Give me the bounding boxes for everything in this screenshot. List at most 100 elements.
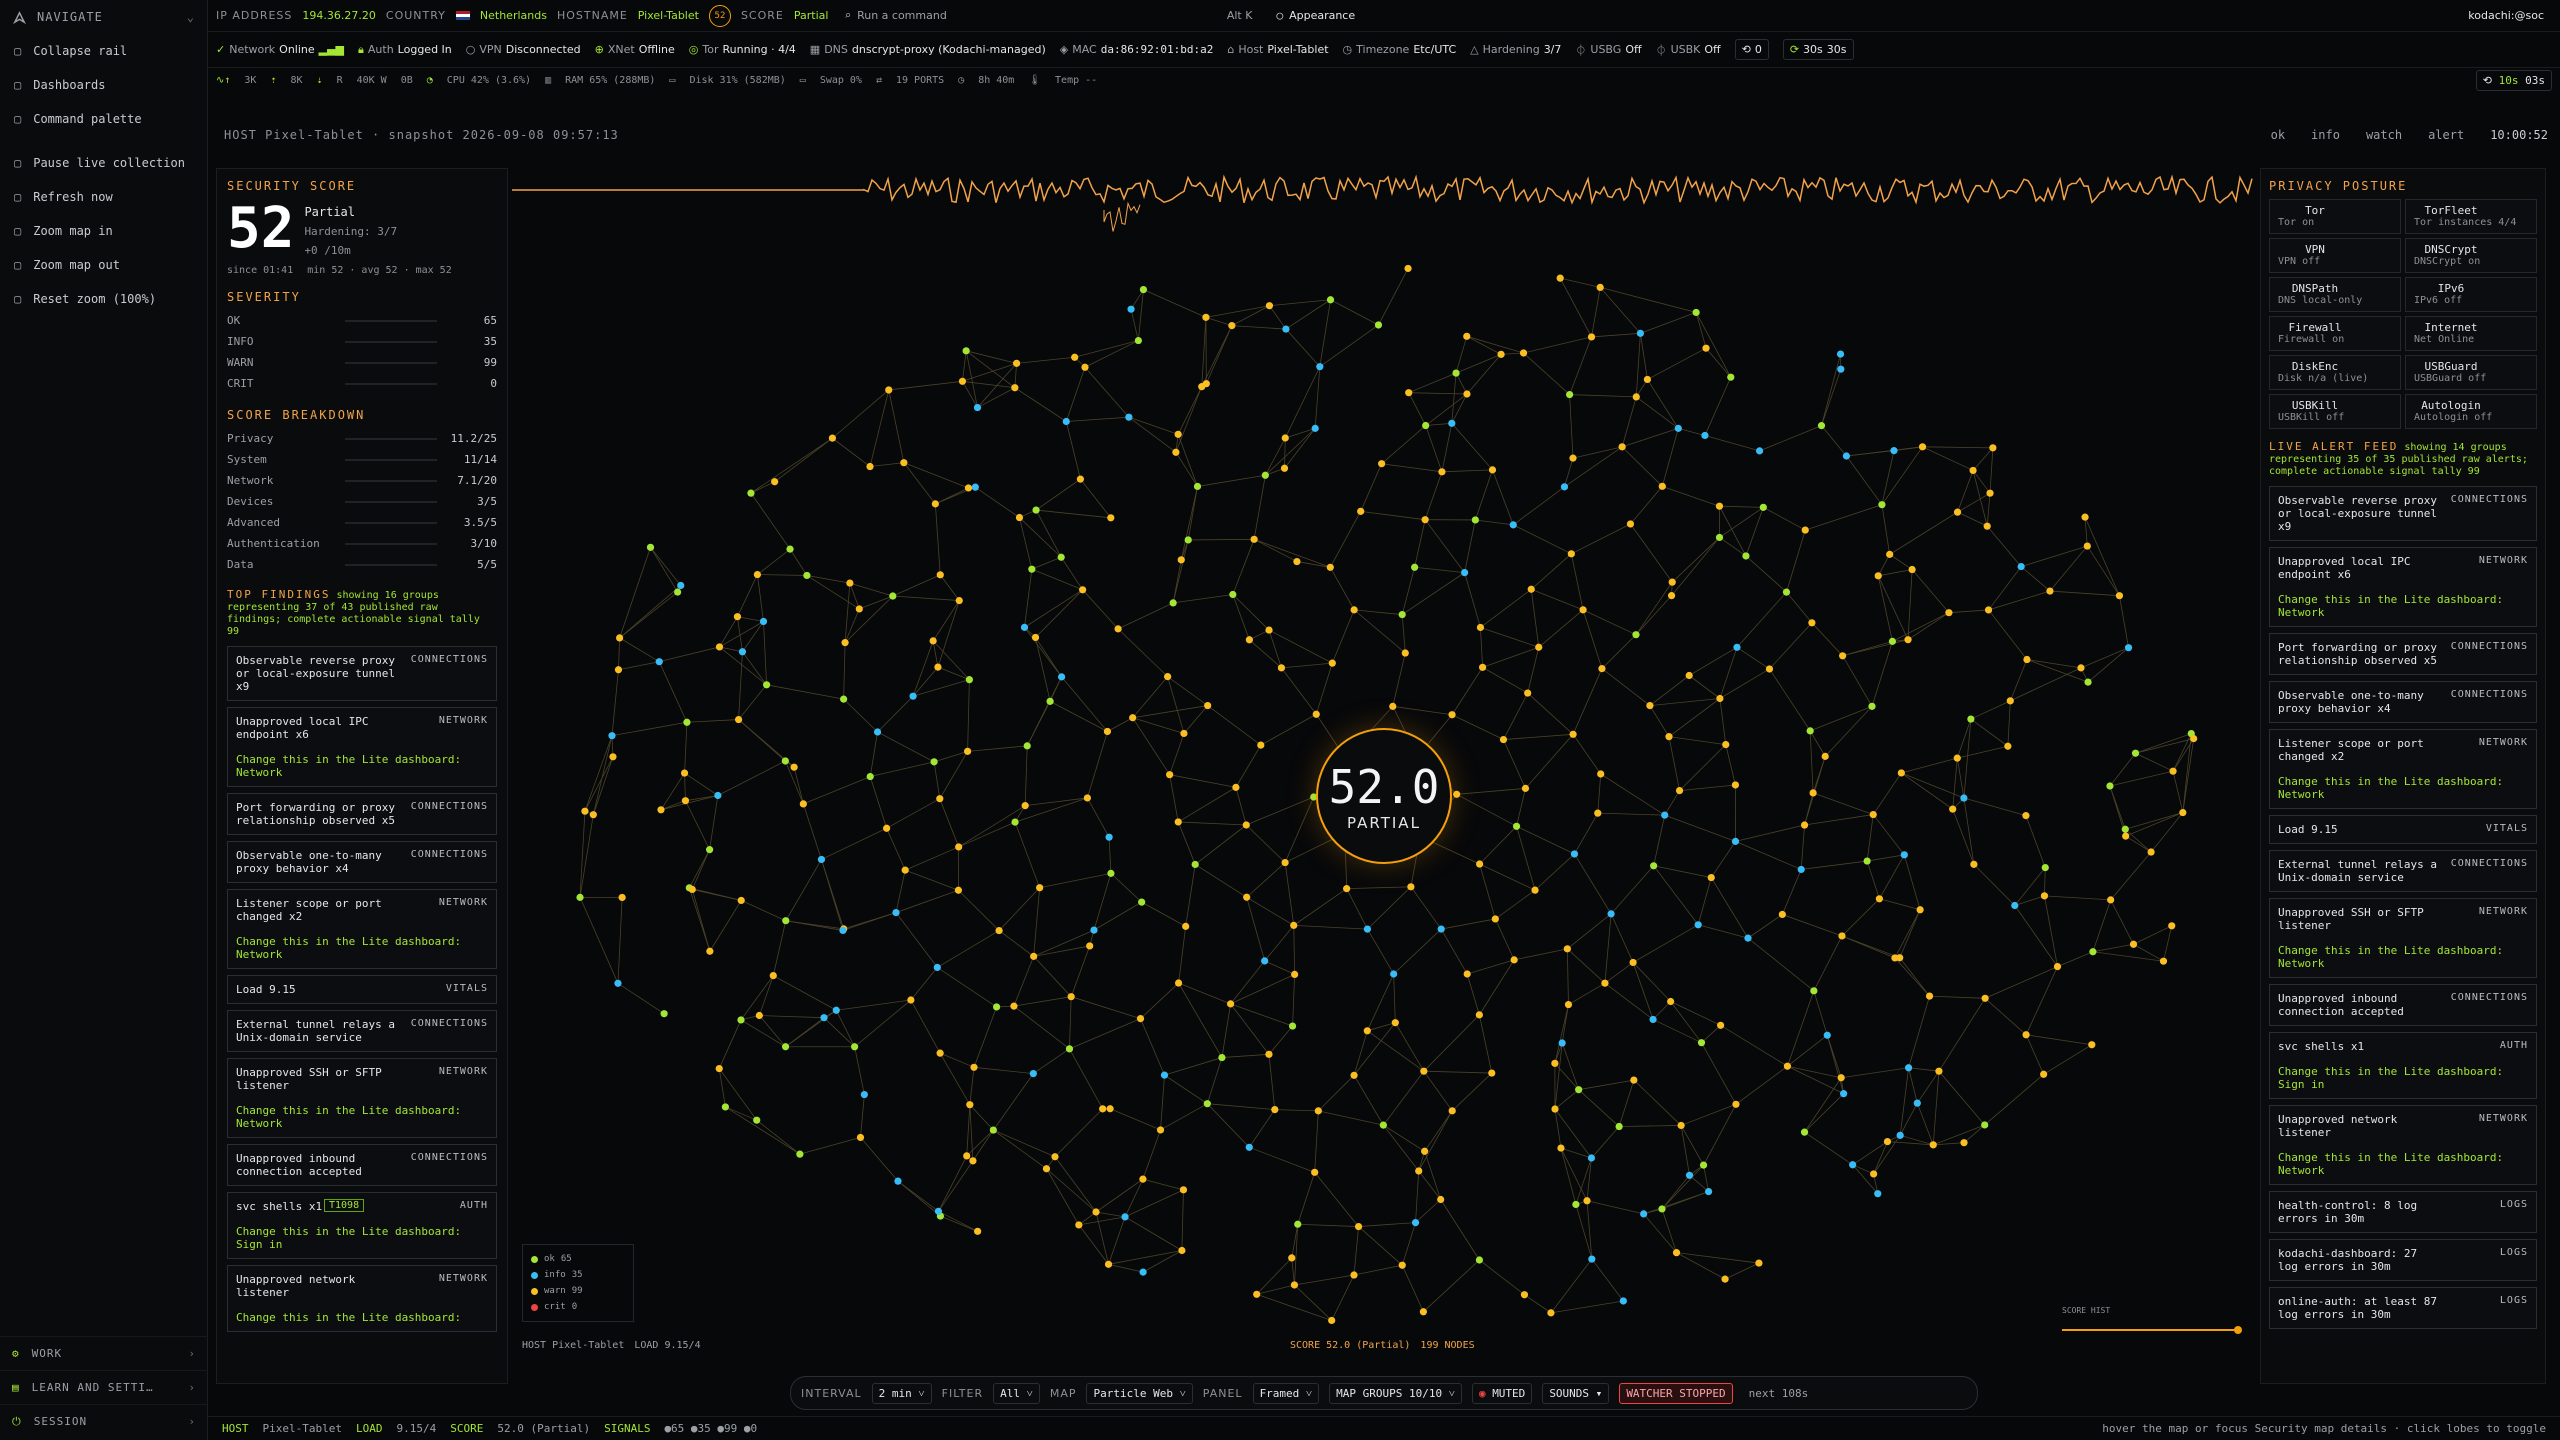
legend-info[interactable]: info — [2311, 128, 2340, 142]
map-node[interactable] — [1312, 710, 1320, 718]
map-node[interactable] — [755, 1011, 763, 1020]
map-node[interactable] — [2107, 896, 2115, 904]
map-node[interactable] — [657, 806, 665, 814]
map-node[interactable] — [681, 797, 690, 805]
alert-card[interactable]: health-control: 8 log errors in 30m LOGS — [2269, 1191, 2537, 1233]
map-node[interactable] — [1875, 895, 1883, 903]
map-node[interactable] — [1401, 649, 1409, 657]
map-node[interactable] — [1379, 1121, 1387, 1129]
map-node[interactable] — [1984, 606, 1993, 614]
map-node[interactable] — [1579, 606, 1587, 614]
map-node[interactable] — [963, 747, 972, 755]
map-node[interactable] — [1202, 380, 1210, 388]
map-node[interactable] — [706, 846, 714, 854]
map-node[interactable] — [1398, 1261, 1406, 1269]
map-node[interactable] — [1290, 1281, 1299, 1289]
map-node[interactable] — [782, 917, 790, 925]
map-node[interactable] — [1328, 1316, 1336, 1325]
map-node[interactable] — [1499, 735, 1508, 744]
map-node[interactable] — [1036, 884, 1044, 892]
map-node[interactable] — [1062, 417, 1070, 426]
map-node[interactable] — [1229, 590, 1237, 599]
map-node[interactable] — [1837, 1074, 1845, 1082]
map-node[interactable] — [1290, 921, 1298, 929]
map-node[interactable] — [2121, 825, 2129, 833]
map-node[interactable] — [1594, 809, 1602, 817]
map-node[interactable] — [734, 715, 743, 724]
map-node[interactable] — [1448, 1107, 1456, 1115]
map-node[interactable] — [1667, 997, 1675, 1006]
map-node[interactable] — [1918, 443, 1927, 451]
map-node[interactable] — [1139, 1268, 1147, 1276]
map-node[interactable] — [762, 681, 771, 689]
map-node[interactable] — [1202, 313, 1210, 321]
map-node[interactable] — [1488, 1069, 1496, 1077]
map-node[interactable] — [1328, 659, 1336, 667]
legend-item[interactable]: crit 0 — [531, 1299, 625, 1315]
map-node[interactable] — [909, 692, 917, 700]
map-node[interactable] — [803, 571, 811, 580]
map-node[interactable] — [1989, 444, 1997, 452]
map-node[interactable] — [1415, 1167, 1423, 1175]
map-node[interactable] — [1280, 464, 1289, 472]
map-node[interactable] — [1967, 715, 1975, 723]
map-node[interactable] — [1839, 652, 1847, 660]
map-node[interactable] — [1896, 1131, 1904, 1139]
map-node[interactable] — [1888, 637, 1897, 645]
map-node[interactable] — [1587, 1154, 1596, 1162]
interval-chip[interactable]: ⟳ 30s 30s — [1782, 39, 1854, 60]
map-node[interactable] — [1949, 805, 1957, 813]
map-node[interactable] — [1809, 789, 1817, 797]
map-node[interactable] — [1823, 1031, 1831, 1039]
map-node[interactable] — [2115, 592, 2124, 600]
map-node[interactable] — [1658, 1205, 1666, 1213]
map-node[interactable] — [1904, 636, 1912, 644]
map-node[interactable] — [1311, 424, 1319, 432]
map-node[interactable] — [894, 1177, 902, 1185]
map-node[interactable] — [1391, 1019, 1399, 1027]
map-node[interactable] — [1350, 606, 1358, 614]
map-node[interactable] — [1193, 482, 1202, 491]
map-node[interactable] — [1475, 1256, 1484, 1264]
map-node[interactable] — [969, 1157, 977, 1165]
map-node[interactable] — [1981, 994, 1989, 1002]
map-node[interactable] — [1476, 623, 1485, 632]
map-node[interactable] — [1488, 466, 1497, 474]
map-score-center[interactable]: 52.0 PARTIAL — [1316, 728, 1452, 864]
privacy-tile[interactable]: TorFleet Tor instances 4/4 — [2405, 199, 2537, 234]
usbg-chip[interactable]: ⏀ USBG Off — [1575, 42, 1641, 58]
map-node[interactable] — [1869, 810, 1877, 819]
map-node[interactable] — [1046, 697, 1054, 705]
map-node[interactable] — [1715, 502, 1724, 510]
map-node[interactable] — [1626, 520, 1635, 528]
map-node[interactable] — [1983, 522, 1991, 530]
map-node[interactable] — [892, 908, 900, 917]
map-node[interactable] — [1643, 375, 1652, 384]
map-node[interactable] — [1378, 460, 1386, 468]
map-node[interactable] — [1166, 771, 1174, 779]
map-node[interactable] — [1721, 1275, 1729, 1283]
alert-card[interactable]: kodachi-dashboard: 27 log errors in 30m L… — [2269, 1239, 2537, 1281]
map-node[interactable] — [738, 648, 747, 656]
map-node[interactable] — [1778, 910, 1786, 919]
map-node[interactable] — [1883, 1137, 1892, 1146]
map-node[interactable] — [1675, 786, 1684, 795]
map-node[interactable] — [955, 843, 963, 851]
map-node[interactable] — [1598, 664, 1606, 673]
map-node[interactable] — [1180, 729, 1188, 738]
map-node[interactable] — [2053, 962, 2062, 971]
map-node[interactable] — [1618, 443, 1626, 451]
map-node[interactable] — [660, 1010, 668, 1018]
map-node[interactable] — [1471, 516, 1479, 524]
map-node[interactable] — [1021, 802, 1029, 810]
map-node[interactable] — [1587, 333, 1596, 341]
map-node[interactable] — [1411, 563, 1419, 571]
map-node[interactable] — [933, 963, 941, 972]
map-node[interactable] — [1569, 730, 1577, 738]
map-node[interactable] — [1478, 663, 1487, 671]
map-node[interactable] — [1945, 609, 1953, 617]
map-node[interactable] — [1029, 1069, 1037, 1078]
map-node[interactable] — [995, 926, 1003, 935]
map-node[interactable] — [1343, 885, 1351, 893]
map-node[interactable] — [786, 545, 794, 553]
